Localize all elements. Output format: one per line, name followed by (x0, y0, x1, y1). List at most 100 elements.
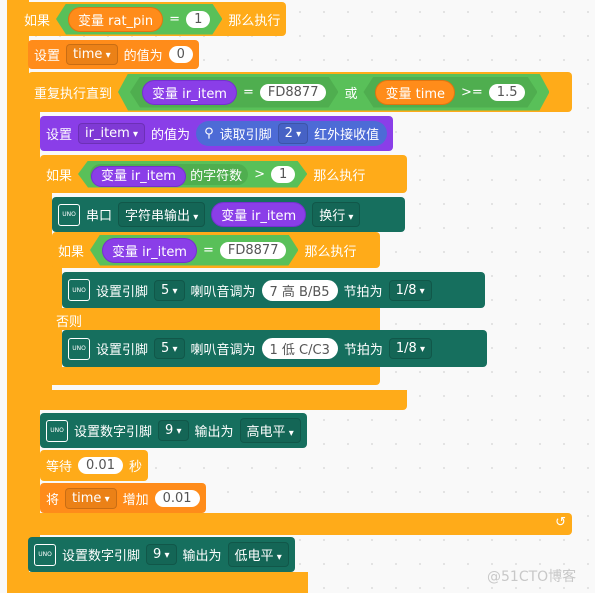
uno-board-icon: UNO (34, 543, 56, 566)
or-label: 或 (344, 86, 358, 102)
repeat-until-block[interactable]: 重复执行直到 变量 ir_item = FD8877 或 变量 time >= 1.5 (28, 72, 572, 112)
then-label: 那么执行 (228, 13, 281, 29)
value-input[interactable]: 0.01 (154, 489, 200, 507)
value-label: 的值为 (151, 128, 191, 143)
if-outer-tail (28, 572, 308, 593)
beat-dropdown[interactable]: 1/8 (388, 338, 432, 359)
set-label: 设置 (46, 128, 73, 143)
uno-board-icon: UNO (46, 419, 68, 442)
then-label: 那么执行 (313, 168, 366, 184)
pin-dropdown[interactable]: 2 (277, 123, 309, 144)
uno-board-icon: UNO (68, 337, 90, 360)
if-outer-arm (7, 0, 29, 593)
eq-condition[interactable]: 变量 ir_item = FD8877 (130, 77, 338, 108)
if-label: 如果 (46, 168, 73, 184)
note-input[interactable]: 7 高 B/B5 (261, 279, 338, 301)
value-input[interactable]: FD8877 (260, 84, 327, 101)
ge-condition[interactable]: 变量 time >= 1.5 (363, 77, 537, 108)
mode-dropdown[interactable]: 字符串输出 (118, 202, 206, 227)
tone-label: 喇叭音调为 (190, 284, 256, 300)
or-condition[interactable]: 变量 ir_item = FD8877 或 变量 time >= 1.5 (118, 74, 549, 111)
if-length-block[interactable]: 如果 变量 ir_item 的字符数 >1 那么执行 (40, 155, 407, 193)
condition[interactable]: 变量 ir_item = FD8877 (90, 235, 298, 266)
var-ir-item[interactable]: 变量 ir_item (91, 166, 186, 187)
tone-low-block[interactable]: UNO 设置引脚 5 喇叭音调为 1 低 C/C3 节拍为 1/8 (62, 330, 487, 367)
length-label: 的字符数 (190, 168, 243, 184)
watermark: @51CTO博客 (487, 569, 577, 585)
note-input[interactable]: 1 低 C/C3 (261, 338, 338, 359)
set-digital-label: 设置数字引脚 (74, 425, 153, 440)
repeat-arm (28, 100, 40, 540)
by-label: 增加 (122, 492, 149, 508)
value-input[interactable]: 1 (186, 11, 210, 28)
if2-arm (40, 180, 52, 410)
newline-dropdown[interactable]: 换行 (312, 202, 361, 227)
var-dropdown[interactable]: time (66, 44, 118, 65)
pin-dropdown[interactable]: 9 (146, 544, 177, 565)
tone-high-block[interactable]: UNO 设置引脚 5 喇叭音调为 7 高 B/B5 节拍为 1/8 (62, 272, 485, 308)
beat-dropdown[interactable]: 1/8 (388, 279, 432, 301)
if3-else-bar: 否则 (52, 308, 380, 330)
digital-low-block[interactable]: UNO 设置数字引脚 9 输出为低电平 (28, 537, 295, 572)
serial-label: 串口 (86, 209, 113, 224)
level-dropdown[interactable]: 低电平 (227, 542, 289, 567)
digital-high-block[interactable]: UNO 设置数字引脚 9 输出为高电平 (40, 413, 307, 448)
set-digital-label: 设置数字引脚 (62, 549, 141, 564)
var-time[interactable]: 变量 time (375, 80, 455, 105)
set-ir-item-block[interactable]: 设置 ir_item 的值为 ⚲ 读取引脚 2 红外接收值 (40, 116, 394, 151)
if3-bottom (52, 367, 380, 385)
level-dropdown[interactable]: 高电平 (239, 418, 301, 443)
set-label: 设置 (34, 49, 61, 64)
value-input[interactable]: 1 (271, 166, 295, 183)
if-else-block[interactable]: 如果 变量 ir_item = FD8877 那么执行 (52, 232, 380, 268)
pin-dropdown[interactable]: 5 (154, 279, 185, 301)
read-label: 读取引脚 (219, 128, 272, 143)
var-dropdown[interactable]: ir_item (78, 123, 146, 144)
var-dropdown[interactable]: time (65, 487, 117, 509)
value-input[interactable]: 1.5 (489, 84, 526, 101)
pin-dropdown[interactable]: 5 (154, 338, 185, 359)
set-time-block[interactable]: 设置 time 的值为 0 (28, 40, 199, 69)
if-label: 如果 (58, 244, 85, 260)
wait-block[interactable]: 等待 0.01 秒 (40, 450, 148, 481)
var-ir-item[interactable]: 变量 ir_item (211, 202, 307, 227)
change-time-block[interactable]: 将 time 增加 0.01 (40, 483, 206, 513)
uno-board-icon: UNO (58, 203, 80, 226)
var-rat-pin[interactable]: 变量 rat_pin (68, 7, 163, 32)
uno-board-icon: UNO (68, 279, 90, 301)
var-ir-item[interactable]: 变量 ir_item (102, 238, 197, 263)
change-label: 将 (46, 492, 60, 508)
else-label: 否则 (56, 315, 83, 330)
beat-label: 节拍为 (343, 343, 383, 358)
repeat-bottom: ↺ (28, 513, 572, 535)
output-label: 输出为 (194, 425, 234, 440)
loop-arrow-icon: ↺ (555, 515, 566, 530)
var-ir-item[interactable]: 变量 ir_item (142, 80, 237, 105)
condition[interactable]: 变量 ir_item 的字符数 >1 (78, 161, 307, 188)
op: = (242, 84, 254, 100)
then-label: 那么执行 (304, 244, 357, 260)
value-label: 的值为 (123, 49, 163, 64)
ir-read-reporter[interactable]: ⚲ 读取引脚 2 红外接收值 (196, 121, 388, 146)
value-input[interactable]: 0 (168, 46, 193, 63)
set-pin-label: 设置引脚 (96, 284, 149, 300)
seconds-input[interactable]: 0.01 (78, 457, 123, 474)
value-input[interactable]: FD8877 (220, 242, 287, 259)
ir-sensor-icon: ⚲ (204, 126, 214, 141)
op: >= (461, 84, 483, 100)
unit-label: 秒 (128, 460, 142, 475)
ir-label: 红外接收值 (314, 128, 380, 143)
op: = (169, 11, 181, 27)
repeat-label: 重复执行直到 (34, 86, 113, 102)
condition[interactable]: 变量 rat_pin = 1 (56, 4, 222, 35)
wait-label: 等待 (46, 460, 73, 475)
op: = (202, 242, 214, 258)
op: > (254, 166, 266, 182)
beat-label: 节拍为 (343, 284, 383, 300)
serial-print-block[interactable]: UNO 串口字符串输出变量 ir_item换行 (52, 197, 405, 232)
pin-dropdown[interactable]: 9 (158, 420, 189, 441)
tone-label: 喇叭音调为 (190, 343, 256, 358)
if-outer-block[interactable]: 如果 变量 rat_pin = 1 那么执行 (18, 2, 287, 36)
if2-bottom (40, 390, 407, 410)
output-label: 输出为 (182, 549, 222, 564)
